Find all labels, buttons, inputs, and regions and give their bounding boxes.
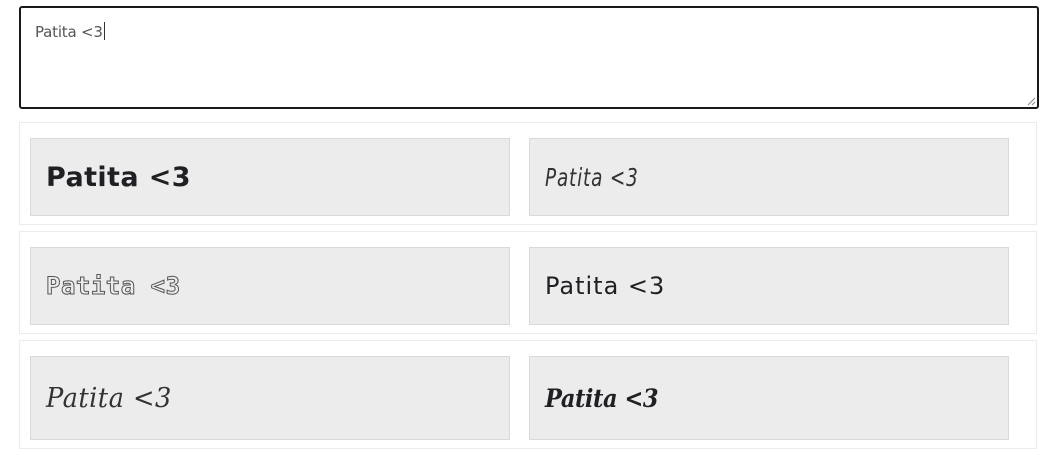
text-input-value: Patita <3 [35,22,105,41]
font-preview-card[interactable]: Patita <3 [30,247,510,325]
resize-grip-icon[interactable] [1026,96,1036,106]
font-preview-card[interactable]: Patita <3 [529,356,1009,440]
font-preview-text: Patita <3 [46,161,191,193]
font-preview-card[interactable]: Patita <3 [529,138,1009,216]
font-preview-text: Patita <3 [545,272,666,300]
font-preview-row: Patita <3 Patita <3 [19,231,1037,334]
font-preview-text: Patita <3 [545,162,639,192]
font-preview-row: Patita <3 Patita <3 [19,122,1037,225]
font-preview-card[interactable]: Patita <3 [529,247,1009,325]
font-preview-card[interactable]: Patita <3 [30,356,510,440]
font-preview-text: Patita <3 [46,382,172,414]
font-preview-row: Patita <3 Patita <3 [19,340,1037,449]
font-preview-card[interactable]: Patita <3 [30,138,510,216]
font-preview-text: Patita <3 [545,383,659,413]
text-caret [103,22,105,40]
text-input[interactable]: Patita <3 [19,6,1039,109]
font-preview-text: Patita <3 [46,272,181,301]
